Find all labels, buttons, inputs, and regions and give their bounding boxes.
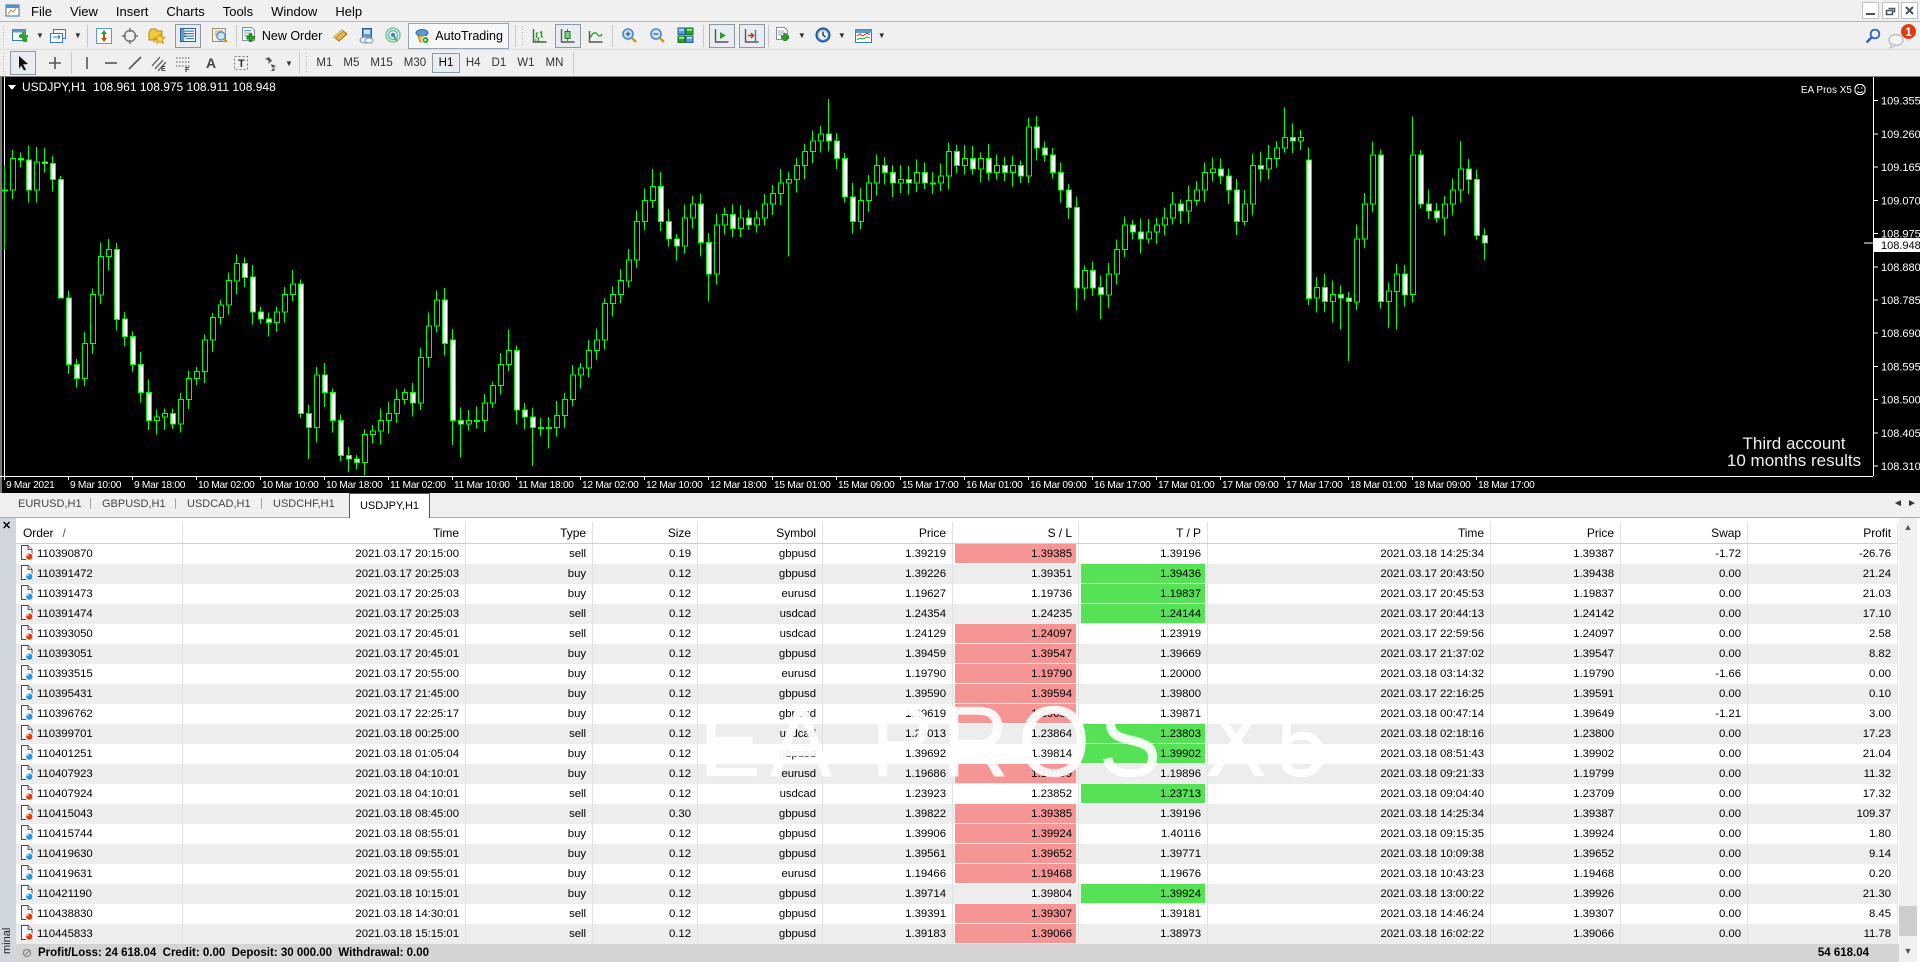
svg-text:10 Mar 18:00: 10 Mar 18:00 bbox=[326, 480, 383, 491]
svg-text:EA PROS X5: EA PROS X5 bbox=[699, 686, 1337, 798]
svg-text:E: E bbox=[161, 66, 166, 72]
svg-text:10 months results: 10 months results bbox=[1727, 451, 1861, 470]
svg-text:17 Mar 09:00: 17 Mar 09:00 bbox=[1222, 480, 1279, 491]
svg-text:F: F bbox=[185, 67, 190, 72]
svg-text:16 Mar 17:00: 16 Mar 17:00 bbox=[1094, 480, 1151, 491]
svg-text:108.785: 108.785 bbox=[1881, 295, 1920, 307]
svg-text:9 Mar 18:00: 9 Mar 18:00 bbox=[134, 480, 186, 491]
svg-text:108.500: 108.500 bbox=[1881, 395, 1920, 407]
svg-text:109.165: 109.165 bbox=[1881, 162, 1920, 174]
svg-text:EA Pros X5: EA Pros X5 bbox=[1801, 85, 1853, 96]
svg-text:108.880: 108.880 bbox=[1881, 262, 1920, 274]
svg-text:USDJPY,H1 108.961 108.975 108: USDJPY,H1 108.961 108.975 108.911 108.94… bbox=[22, 80, 276, 94]
svg-text:108.595: 108.595 bbox=[1881, 361, 1920, 373]
svg-text:10 Mar 02:00: 10 Mar 02:00 bbox=[198, 480, 255, 491]
svg-text:18 Mar 09:00: 18 Mar 09:00 bbox=[1414, 480, 1471, 491]
svg-text:11 Mar 10:00: 11 Mar 10:00 bbox=[454, 480, 510, 491]
svg-text:18 Mar 01:00: 18 Mar 01:00 bbox=[1350, 480, 1407, 491]
svg-text:109.260: 109.260 bbox=[1881, 129, 1920, 141]
svg-text:16 Mar 01:00: 16 Mar 01:00 bbox=[966, 480, 1023, 491]
svg-text:9 Mar 10:00: 9 Mar 10:00 bbox=[70, 480, 122, 491]
svg-text:12 Mar 02:00: 12 Mar 02:00 bbox=[582, 480, 639, 491]
svg-text:12 Mar 10:00: 12 Mar 10:00 bbox=[646, 480, 703, 491]
svg-text:T: T bbox=[238, 58, 245, 70]
svg-text:18 Mar 17:00: 18 Mar 17:00 bbox=[1478, 480, 1535, 491]
svg-text:12 Mar 18:00: 12 Mar 18:00 bbox=[710, 480, 767, 491]
svg-text:17 Mar 17:00: 17 Mar 17:00 bbox=[1286, 480, 1343, 491]
svg-text:1: 1 bbox=[1905, 25, 1912, 39]
svg-text:16 Mar 09:00: 16 Mar 09:00 bbox=[1030, 480, 1087, 491]
svg-text:108.948: 108.948 bbox=[1881, 240, 1920, 252]
svg-text:11 Mar 02:00: 11 Mar 02:00 bbox=[390, 480, 446, 491]
svg-text:15 Mar 01:00: 15 Mar 01:00 bbox=[774, 480, 831, 491]
svg-text:15 Mar 17:00: 15 Mar 17:00 bbox=[902, 480, 959, 491]
svg-text:109.070: 109.070 bbox=[1881, 195, 1920, 207]
svg-text:10 Mar 10:00: 10 Mar 10:00 bbox=[262, 480, 319, 491]
svg-text:108.405: 108.405 bbox=[1881, 428, 1920, 440]
svg-text:108.690: 108.690 bbox=[1881, 328, 1920, 340]
svg-text:9 Mar 2021: 9 Mar 2021 bbox=[6, 480, 55, 491]
svg-text:15 Mar 09:00: 15 Mar 09:00 bbox=[838, 480, 895, 491]
svg-text:108.310: 108.310 bbox=[1881, 461, 1920, 473]
svg-text:17 Mar 01:00: 17 Mar 01:00 bbox=[1158, 480, 1215, 491]
svg-text:109.355: 109.355 bbox=[1881, 96, 1920, 108]
svg-text:11 Mar 18:00: 11 Mar 18:00 bbox=[518, 480, 574, 491]
